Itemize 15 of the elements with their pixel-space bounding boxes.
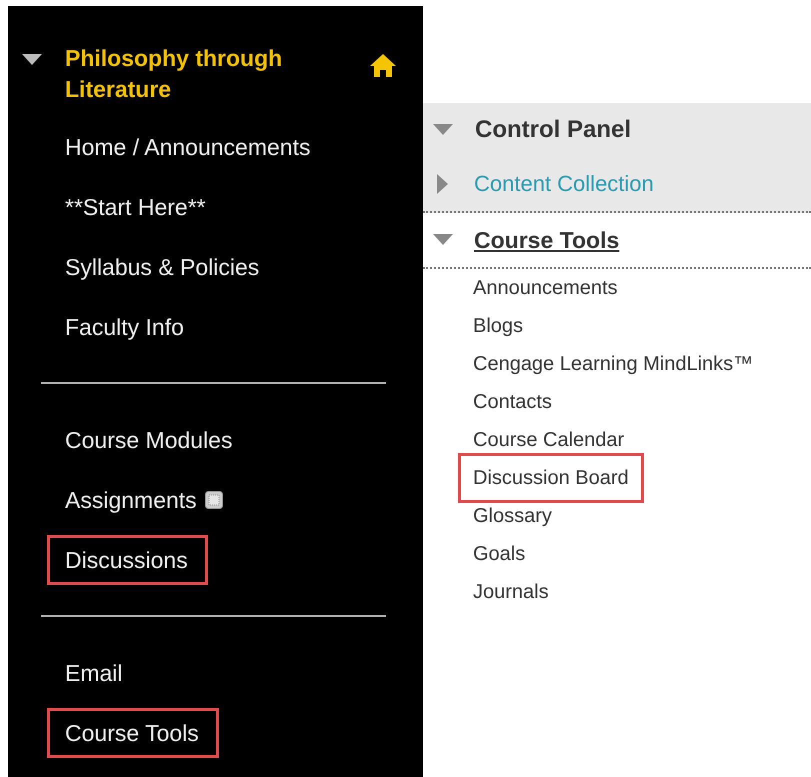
menu-item[interactable]: **Start Here** xyxy=(47,182,226,232)
menu-item[interactable]: Course Tools xyxy=(47,708,219,758)
panel-title[interactable]: Control Panel xyxy=(475,116,632,144)
menu-item[interactable]: Discussions xyxy=(47,535,208,585)
menu-item[interactable]: Email xyxy=(47,648,143,698)
course-title[interactable]: Philosophy through Literature xyxy=(65,43,345,105)
home-icon[interactable] xyxy=(369,53,397,78)
section-link[interactable]: Course Tools xyxy=(474,226,620,254)
menu-item[interactable]: Home / Announcements xyxy=(47,122,330,172)
menu-item[interactable]: Course Modules xyxy=(47,415,252,465)
tool-link[interactable]: Discussion Board xyxy=(458,453,644,503)
menu-item[interactable]: Faculty Info xyxy=(47,302,204,352)
collapse-icon[interactable] xyxy=(22,54,42,66)
menu-item[interactable]: Syllabus & Policies xyxy=(47,242,280,292)
menu-item[interactable]: Assignments xyxy=(47,475,243,525)
